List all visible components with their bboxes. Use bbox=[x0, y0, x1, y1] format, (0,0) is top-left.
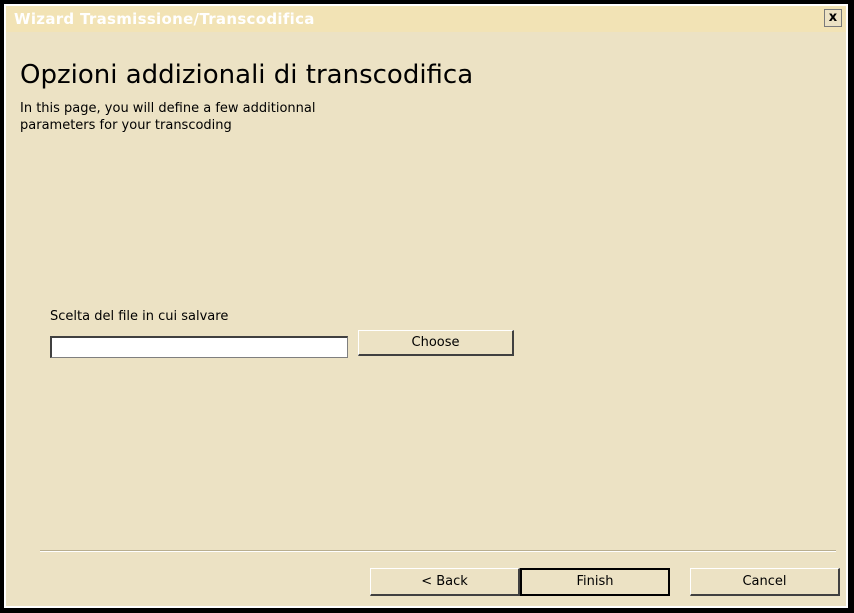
title-bar[interactable]: Wizard Trasmissione/Transcodifica x bbox=[6, 6, 846, 32]
finish-button[interactable]: Finish bbox=[520, 568, 670, 596]
close-icon: x bbox=[828, 10, 838, 25]
footer-divider bbox=[40, 550, 836, 552]
choose-button[interactable]: Choose bbox=[358, 330, 514, 356]
page-title: Opzioni addizionali di transcodifica bbox=[20, 60, 474, 90]
close-button[interactable]: x bbox=[824, 9, 842, 27]
window-title: Wizard Trasmissione/Transcodifica bbox=[14, 10, 315, 28]
save-file-input[interactable] bbox=[50, 336, 348, 358]
wizard-window: Wizard Trasmissione/Transcodifica x Opzi… bbox=[4, 4, 848, 608]
cancel-button[interactable]: Cancel bbox=[690, 568, 840, 596]
page-subtitle: In this page, you will define a few addi… bbox=[20, 101, 316, 133]
save-file-label: Scelta del file in cui salvare bbox=[50, 309, 229, 324]
back-button[interactable]: < Back bbox=[370, 568, 520, 596]
